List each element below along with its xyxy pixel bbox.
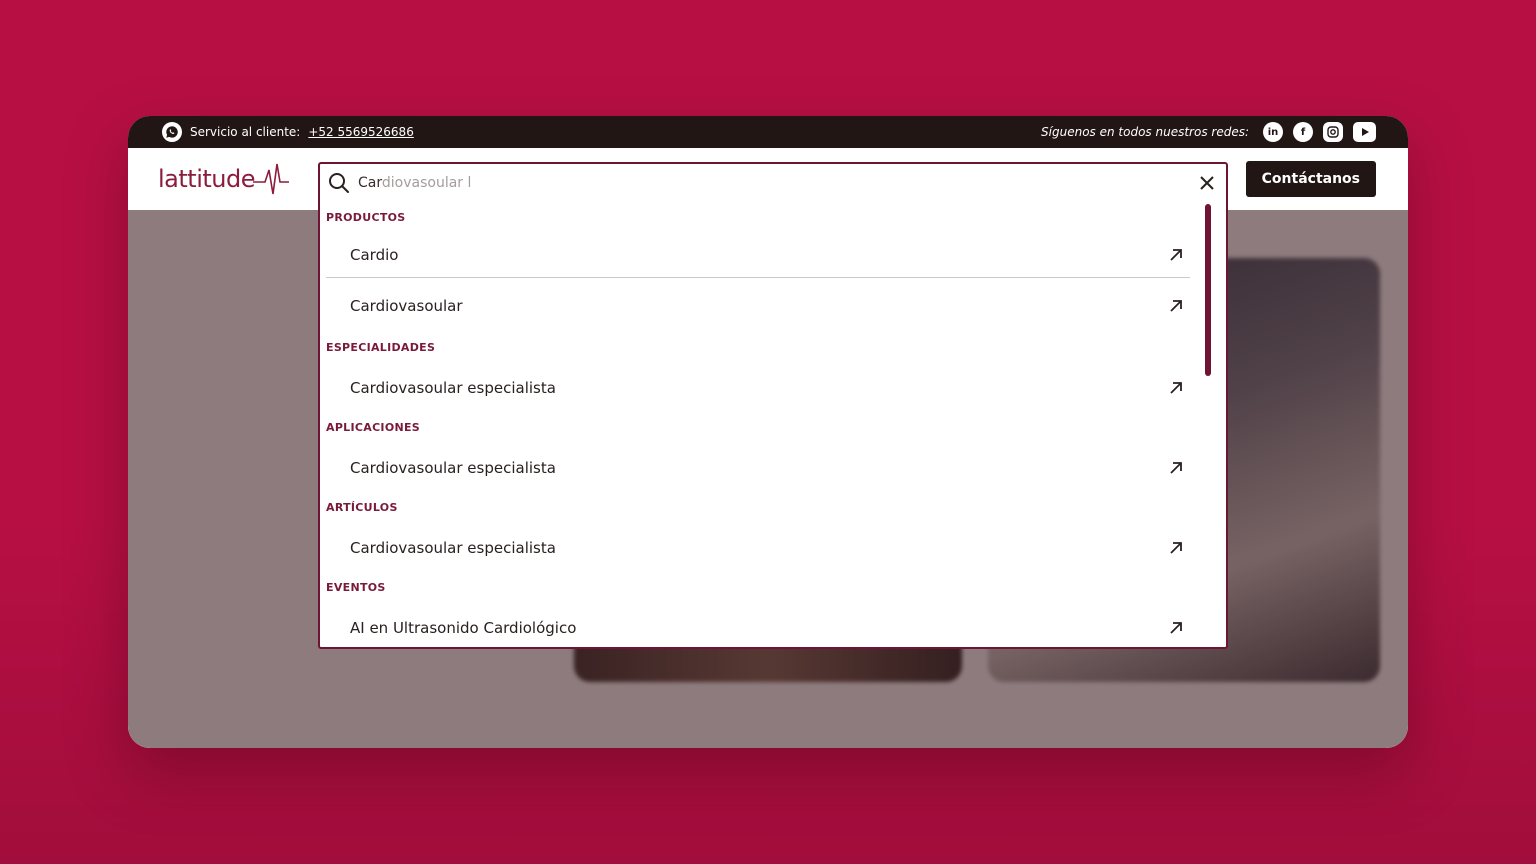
linkedin-icon[interactable]: in: [1263, 122, 1283, 142]
facebook-icon[interactable]: f: [1293, 122, 1313, 142]
result-label: Cardiovasoular especialista: [350, 459, 556, 477]
phone-link[interactable]: +52 5569526686: [308, 125, 414, 139]
result-label: Cardio: [350, 245, 399, 264]
customer-service: Servicio al cliente: +52 5569526686: [162, 122, 414, 142]
close-icon[interactable]: [1196, 172, 1218, 194]
group-eventos: EVENTOS: [326, 581, 386, 594]
result-item[interactable]: Cardio: [326, 232, 1190, 278]
arrow-up-right-icon: [1170, 622, 1182, 634]
instagram-icon[interactable]: [1323, 122, 1343, 142]
search-bar: Cardiovasoular l: [320, 164, 1226, 204]
service-label: Servicio al cliente:: [190, 125, 301, 139]
scrollbar-thumb[interactable]: [1205, 204, 1211, 376]
result-label: Cardiovasoular especialista: [350, 379, 556, 397]
result-item[interactable]: Cardiovasoular especialista: [326, 522, 1190, 574]
group-especialidades: ESPECIALIDADES: [326, 341, 436, 354]
arrow-up-right-icon: [1170, 382, 1182, 394]
arrow-up-right-icon: [1170, 542, 1182, 554]
search-results: PRODUCTOS Cardio Cardiovasoular ESPECIAL…: [326, 204, 1190, 647]
logo[interactable]: lattitude: [158, 160, 289, 198]
follow-label: Síguenos en todos nuestros redes:: [1041, 125, 1249, 139]
group-aplicaciones: APLICACIONES: [326, 421, 421, 434]
result-label: AI en Ultrasonido Cardiológico: [350, 619, 577, 637]
result-item[interactable]: AI en Ultrasonido Cardiológico: [326, 602, 1190, 647]
top-bar: Servicio al cliente: +52 5569526686 Sígu…: [128, 116, 1408, 148]
heartbeat-icon: [252, 163, 289, 195]
result-label: Cardiovasoular: [350, 297, 463, 315]
contact-button[interactable]: Contáctanos: [1245, 161, 1376, 197]
arrow-up-right-icon: [1170, 462, 1182, 474]
search-dropdown: Cardiovasoular l PRODUCTOS Cardio Cardio…: [318, 162, 1228, 649]
group-productos: PRODUCTOS: [326, 211, 406, 224]
arrow-up-right-icon: [1170, 300, 1182, 312]
arrow-up-right-icon: [1170, 248, 1182, 261]
result-item[interactable]: Cardiovasoular especialista: [326, 442, 1190, 494]
group-articulos: ARTÍCULOS: [326, 501, 398, 514]
result-item[interactable]: Cardiovasoular: [326, 278, 1190, 334]
social-links: Síguenos en todos nuestros redes: in f: [1041, 122, 1376, 142]
result-item[interactable]: Cardiovasoular especialista: [326, 362, 1190, 414]
results-scrollbar[interactable]: [1204, 204, 1212, 644]
result-label: Cardiovasoular especialista: [350, 539, 556, 557]
youtube-icon[interactable]: [1353, 122, 1376, 142]
search-icon: [329, 173, 349, 193]
logo-text: lattitude: [158, 165, 255, 193]
whatsapp-icon[interactable]: [162, 122, 182, 142]
search-input[interactable]: [358, 172, 1158, 196]
